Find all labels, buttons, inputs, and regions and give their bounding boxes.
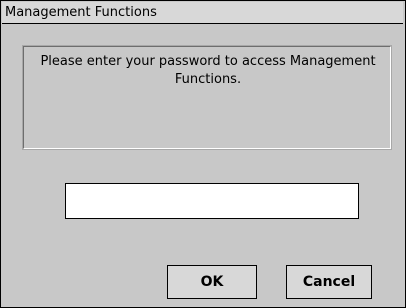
password-prompt-message: Please enter your password to access Man… bbox=[40, 54, 376, 87]
management-functions-dialog: Management Functions Please enter your p… bbox=[0, 0, 406, 308]
cancel-button[interactable]: Cancel bbox=[286, 265, 372, 299]
message-panel: Please enter your password to access Man… bbox=[22, 45, 392, 150]
password-input[interactable] bbox=[65, 183, 359, 219]
window-title: Management Functions bbox=[5, 5, 157, 20]
ok-button[interactable]: OK bbox=[167, 265, 257, 299]
title-bar: Management Functions bbox=[2, 2, 403, 24]
